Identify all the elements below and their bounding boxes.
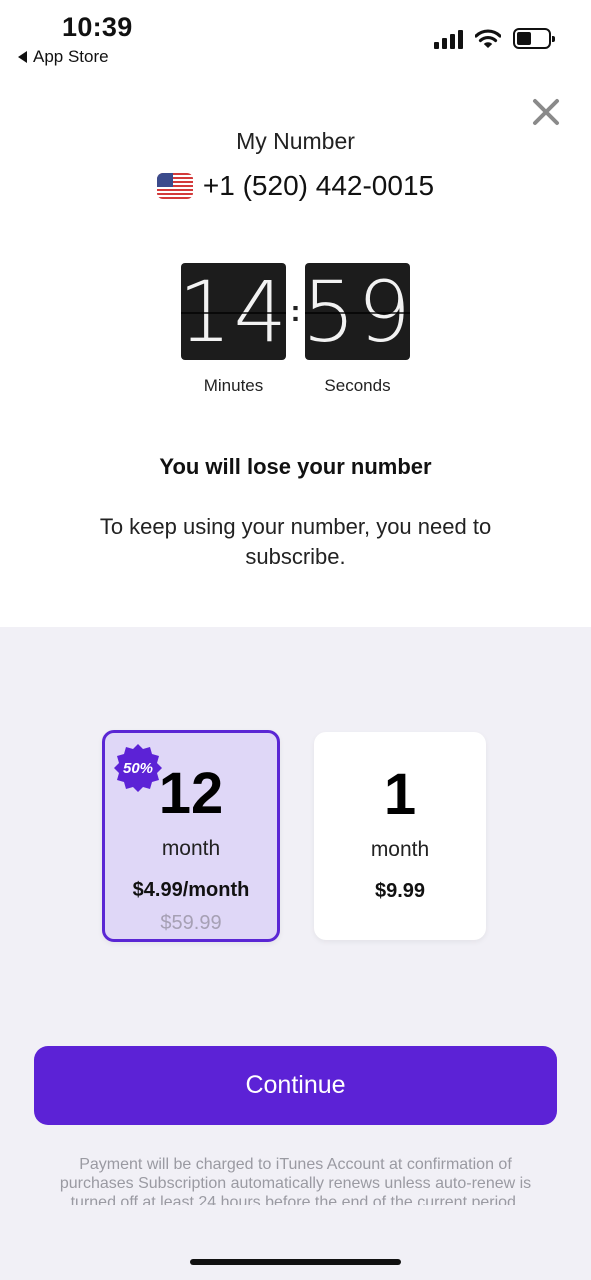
battery-icon bbox=[513, 28, 555, 49]
phone-number: +1 (520) 442-0015 bbox=[202, 170, 435, 201]
minutes-label: Minutes bbox=[203, 376, 264, 395]
plan-count: 1 bbox=[383, 762, 417, 827]
signal-icon bbox=[434, 29, 463, 49]
wifi-icon bbox=[475, 28, 501, 48]
plan-original-price: $59.99 bbox=[160, 912, 222, 934]
timer-separator: : bbox=[290, 294, 301, 328]
seconds-label: Seconds bbox=[324, 376, 391, 395]
us-flag-icon bbox=[156, 173, 193, 199]
minutes-digits: 14 bbox=[181, 263, 286, 360]
home-indicator bbox=[190, 1259, 401, 1265]
back-app-label: App Store bbox=[33, 47, 109, 66]
plan-12-month[interactable]: 50% 12 month $4.99/month $59.99 bbox=[102, 730, 280, 942]
plans-section: 50% 12 month $4.99/month $59.99 1 month … bbox=[0, 627, 591, 1280]
plan-price: $9.99 bbox=[374, 880, 426, 902]
plan-unit: month bbox=[370, 838, 430, 861]
phone-number-row: +1 (520) 442-0015 bbox=[0, 170, 591, 202]
seconds-digits: 59 bbox=[305, 263, 410, 360]
plan-price: $4.99/month bbox=[132, 879, 250, 901]
plan-1-month[interactable]: 1 month $9.99 bbox=[314, 732, 486, 940]
warning-description: To keep using your number, you need to s… bbox=[99, 514, 492, 569]
status-time: 10:39 bbox=[62, 12, 133, 42]
plan-unit: month bbox=[161, 837, 221, 860]
countdown-timer: 14 : 59 bbox=[181, 263, 410, 360]
back-arrow-icon bbox=[18, 51, 27, 63]
status-icons bbox=[434, 28, 555, 49]
discount-badge-label: 50% bbox=[122, 760, 154, 777]
legal-text: Payment will be charged to iTunes Accoun… bbox=[59, 1156, 532, 1205]
warning-title: You will lose your number bbox=[159, 454, 432, 479]
close-icon[interactable] bbox=[530, 96, 562, 128]
battery-level bbox=[517, 32, 531, 45]
back-to-app-store[interactable]: App Store bbox=[18, 47, 109, 67]
continue-button[interactable]: Continue bbox=[34, 1046, 557, 1125]
page-title: My Number bbox=[236, 128, 355, 154]
